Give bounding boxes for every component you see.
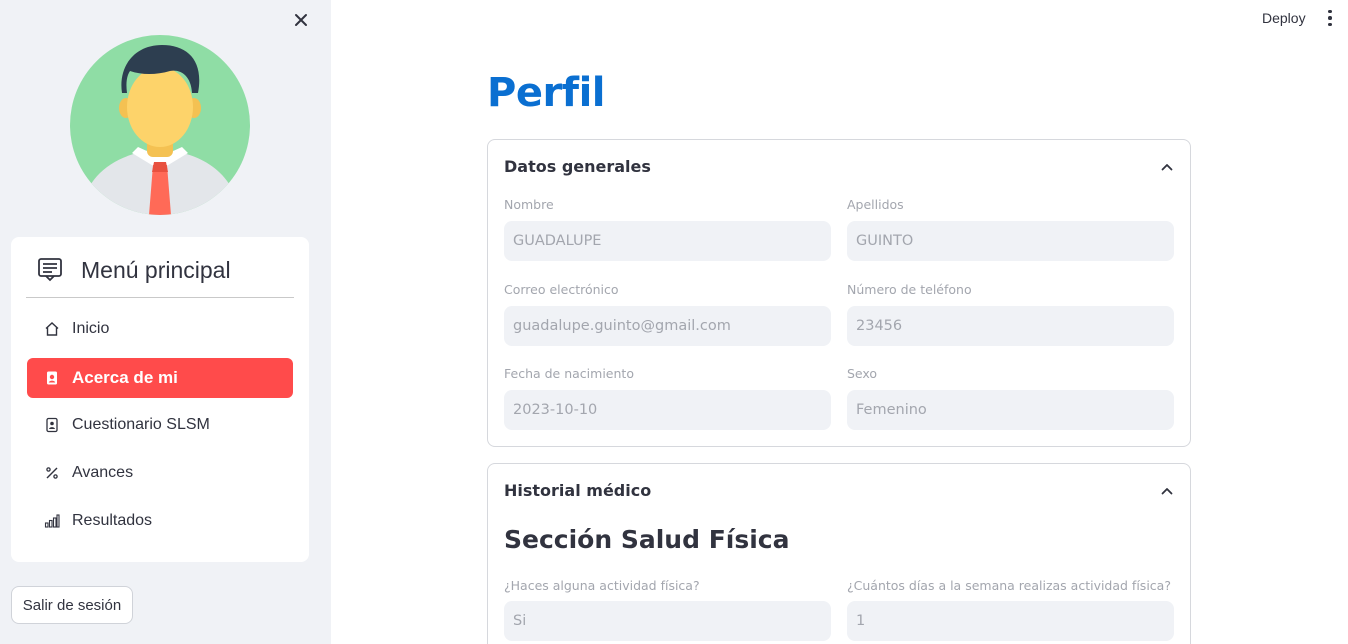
dias-label: ¿Cuántos días a la semana realizas activ… bbox=[847, 578, 1171, 593]
apellidos-label: Apellidos bbox=[847, 197, 904, 212]
menu-card-icon bbox=[38, 258, 62, 282]
main-menu: Menú principal Inicio Acerca de mi Cuest… bbox=[11, 237, 309, 562]
expander-title[interactable]: Datos generales bbox=[504, 157, 651, 176]
expander-title[interactable]: Historial médico bbox=[504, 481, 651, 500]
menu-header: Menú principal bbox=[26, 255, 294, 298]
phone-field[interactable] bbox=[847, 306, 1174, 346]
percent-icon bbox=[44, 465, 60, 481]
menu-item-label: Inicio bbox=[72, 320, 110, 337]
actividad-label: ¿Haces alguna actividad física? bbox=[504, 578, 700, 593]
dias-field[interactable] bbox=[847, 601, 1174, 641]
menu-title: Menú principal bbox=[81, 257, 231, 283]
apellidos-field[interactable] bbox=[847, 221, 1174, 261]
menu-item-inicio[interactable]: Inicio bbox=[27, 309, 293, 349]
sidebar: Menú principal Inicio Acerca de mi Cuest… bbox=[0, 0, 331, 644]
close-icon bbox=[295, 14, 307, 26]
expander-datos-generales: Datos generales Nombre Apellidos Correo … bbox=[487, 139, 1191, 447]
chevron-up-icon[interactable] bbox=[1158, 158, 1176, 176]
telefono-label: Número de teléfono bbox=[847, 282, 972, 297]
menu-item-cuestionario-slsm[interactable]: Cuestionario SLSM bbox=[27, 405, 293, 445]
person-badge-icon bbox=[44, 370, 60, 386]
bar-chart-icon bbox=[44, 513, 60, 529]
logout-button[interactable]: Salir de sesión bbox=[11, 586, 133, 624]
nombre-label: Nombre bbox=[504, 197, 554, 212]
menu-item-acerca-de-mi[interactable]: Acerca de mi bbox=[27, 358, 293, 398]
kebab-menu-icon[interactable] bbox=[1320, 8, 1340, 28]
close-sidebar-button[interactable] bbox=[290, 9, 312, 31]
clipboard-icon bbox=[44, 417, 60, 433]
menu-item-avances[interactable]: Avances bbox=[27, 453, 293, 493]
chevron-up-icon[interactable] bbox=[1158, 482, 1176, 500]
house-icon bbox=[44, 321, 60, 337]
menu-item-label: Cuestionario SLSM bbox=[72, 416, 210, 433]
deploy-button[interactable]: Deploy bbox=[1262, 10, 1306, 26]
nacimiento-label: Fecha de nacimiento bbox=[504, 366, 634, 381]
menu-item-label: Avances bbox=[72, 464, 134, 481]
sexo-label: Sexo bbox=[847, 366, 878, 381]
birthdate-field[interactable] bbox=[504, 390, 831, 430]
menu-item-label: Acerca de mi bbox=[72, 368, 178, 387]
email-field[interactable] bbox=[504, 306, 831, 346]
nombre-field[interactable] bbox=[504, 221, 831, 261]
page-title: Perfil bbox=[487, 70, 606, 116]
actividad-field[interactable] bbox=[504, 601, 831, 641]
sex-field[interactable] bbox=[847, 390, 1174, 430]
correo-label: Correo electrónico bbox=[504, 282, 619, 297]
avatar bbox=[70, 35, 250, 215]
menu-item-label: Resultados bbox=[72, 512, 153, 529]
expander-historial-medico: Historial médico Sección Salud Física ¿H… bbox=[487, 463, 1191, 644]
section-title: Sección Salud Física bbox=[504, 525, 790, 554]
menu-item-resultados[interactable]: Resultados bbox=[27, 501, 293, 541]
